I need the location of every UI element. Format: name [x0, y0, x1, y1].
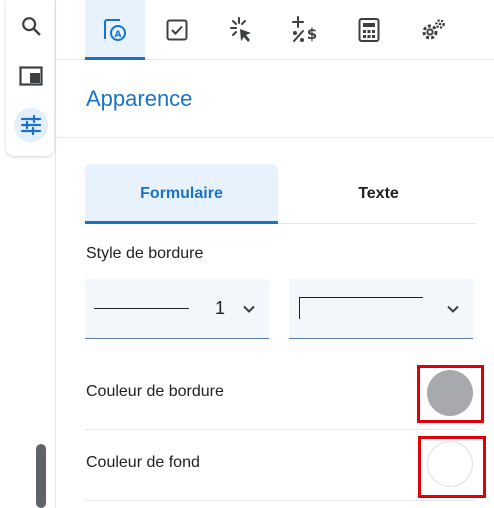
border-style-label: Style de bordure	[86, 245, 204, 262]
divider	[85, 500, 475, 501]
subtab-formulaire[interactable]: Formulaire	[85, 164, 278, 224]
number-format-icon: $	[292, 16, 317, 43]
checkbox-icon	[166, 19, 188, 41]
sliders-icon	[20, 114, 42, 136]
line-width-preview	[94, 308, 189, 309]
calculator-icon	[358, 18, 380, 42]
subtab-texte[interactable]: Texte	[282, 164, 475, 223]
svg-text:A: A	[115, 30, 122, 40]
background-color-label: Couleur de fond	[86, 454, 200, 471]
tab-settings[interactable]	[403, 0, 463, 60]
search-button[interactable]	[14, 9, 48, 43]
panel-icon	[19, 66, 43, 86]
highlight-box	[418, 436, 486, 498]
properties-toolbar: A $	[56, 0, 494, 60]
gear-icon	[422, 19, 445, 40]
sliders-button[interactable]	[14, 108, 48, 142]
appearance-icon: A	[104, 19, 126, 41]
panel-button[interactable]	[14, 59, 48, 93]
border-width-select[interactable]: 1	[85, 279, 269, 339]
tab-appearance[interactable]: A	[85, 0, 145, 60]
border-width-value: 1	[215, 298, 226, 318]
tab-calculate[interactable]	[339, 0, 399, 60]
tab-number-format[interactable]: $	[275, 0, 335, 60]
border-style-preview	[299, 297, 423, 319]
appearance-subtabs: Formulaire Texte	[85, 164, 475, 224]
scrollbar-thumb[interactable]	[36, 444, 46, 508]
cursor-click-icon	[230, 17, 251, 42]
svg-text:$: $	[307, 25, 317, 43]
tab-validation[interactable]	[147, 0, 207, 60]
divider	[56, 137, 494, 138]
tab-actions[interactable]	[211, 0, 271, 60]
rail-toolbar	[6, 0, 54, 156]
highlight-box	[417, 365, 484, 423]
chevron-down-icon	[243, 305, 255, 313]
section-title: Apparence	[86, 86, 193, 111]
left-rail	[0, 0, 56, 508]
divider	[85, 429, 475, 430]
search-icon	[22, 17, 41, 36]
chevron-down-icon	[447, 305, 459, 313]
border-color-label: Couleur de bordure	[86, 383, 224, 400]
border-style-select[interactable]	[289, 279, 473, 339]
